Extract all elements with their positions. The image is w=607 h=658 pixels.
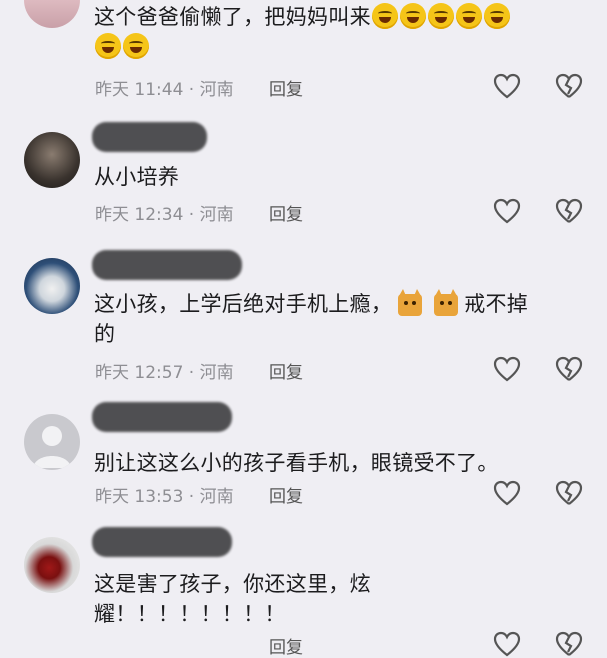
- heart-outline-icon[interactable]: [493, 480, 521, 506]
- comment-text: 从小培养: [94, 165, 180, 189]
- reply-button[interactable]: 回复: [269, 75, 303, 100]
- username-redacted: [92, 402, 232, 432]
- comment-text: 这个爸爸偷懒了，把妈妈叫来: [94, 2, 511, 62]
- cat-emoji-icon: [395, 288, 425, 318]
- comment-time: 昨天 12:57 · 河南: [95, 363, 234, 383]
- avatar[interactable]: [24, 0, 80, 28]
- avatar[interactable]: [24, 537, 80, 593]
- comment-3: 这小孩，上学后绝对手机上瘾， 戒不掉 的 昨天 12:57 · 河南 回复: [0, 248, 607, 400]
- broken-heart-icon[interactable]: [555, 73, 583, 99]
- heart-outline-icon[interactable]: [493, 631, 521, 657]
- avatar[interactable]: [24, 132, 80, 188]
- default-avatar-icon[interactable]: [24, 414, 80, 470]
- reply-button[interactable]: 回复: [269, 200, 303, 225]
- reply-button[interactable]: 回复: [269, 358, 303, 383]
- laughing-emoji-icon: [371, 3, 511, 29]
- heart-outline-icon[interactable]: [493, 356, 521, 382]
- avatar[interactable]: [24, 258, 80, 314]
- heart-outline-icon[interactable]: [493, 73, 521, 99]
- cat-emoji-icon: [431, 288, 461, 318]
- comment-5: 这是害了孩子，你还这里，炫 耀！！！！！！！！ 回复: [0, 525, 607, 658]
- username-redacted: [92, 250, 242, 280]
- broken-heart-icon[interactable]: [555, 480, 583, 506]
- comment-text: 别让这这么小的孩子看手机，眼镜受不了。: [94, 451, 499, 475]
- heart-outline-icon[interactable]: [493, 198, 521, 224]
- reply-button[interactable]: 回复: [269, 482, 303, 507]
- comment-1: 这个爸爸偷懒了，把妈妈叫来 昨天 11:44 · 河南 回复: [0, 0, 607, 120]
- laughing-emoji-icon: [94, 33, 150, 59]
- comment-text: 这是害了孩子，你还这里，炫 耀！！！！！！！！: [94, 572, 371, 626]
- comment-time: 昨天 12:34 · 河南: [95, 205, 234, 225]
- comment-text: 这小孩，上学后绝对手机上瘾， 戒不掉 的: [94, 288, 528, 349]
- comment-4: 别让这这么小的孩子看手机，眼镜受不了。 昨天 13:53 · 河南 回复: [0, 400, 607, 525]
- comment-time: 昨天 13:53 · 河南: [95, 487, 234, 507]
- username-redacted: [92, 527, 232, 557]
- username-redacted: [92, 122, 207, 152]
- comment-time: 昨天 11:44 · 河南: [95, 80, 234, 100]
- comment-2: 从小培养 昨天 12:34 · 河南 回复: [0, 120, 607, 240]
- reply-button[interactable]: 回复: [269, 633, 303, 658]
- broken-heart-icon[interactable]: [555, 198, 583, 224]
- broken-heart-icon[interactable]: [555, 631, 583, 657]
- broken-heart-icon[interactable]: [555, 356, 583, 382]
